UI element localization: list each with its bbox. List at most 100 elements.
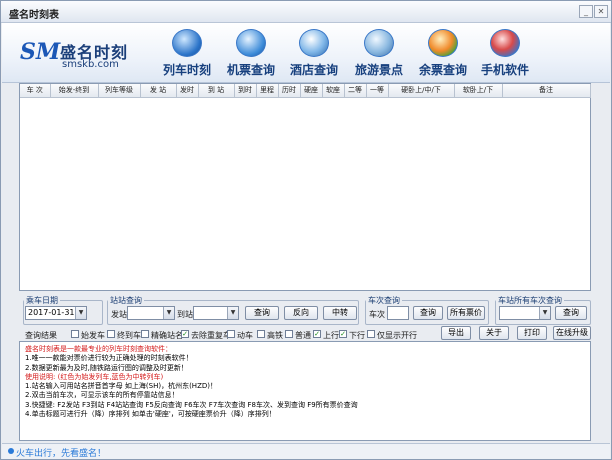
header-banner: SM 盛名时刻 smskb.com 列车时刻 机票查询 酒店查询 旅游景点 余票… <box>2 23 610 83</box>
results-table[interactable]: 车 次 始发-终到 列车等级 发 站 发时 到 站 到时 里程 历时 硬座 软座… <box>19 83 591 291</box>
chevron-down-icon[interactable]: ▼ <box>227 307 238 319</box>
column-header[interactable]: 硬座 <box>300 84 323 98</box>
travel-icon <box>364 29 394 57</box>
app-window: 盛名时刻表 _ ✕ SM 盛名时刻 smskb.com 列车时刻 机票查询 酒店… <box>0 0 612 460</box>
nav-label: 旅游景点 <box>354 63 403 77</box>
reverse-button[interactable]: 反向 <box>284 306 318 320</box>
filter-checkbox-checked[interactable]: ✓ <box>181 330 189 338</box>
column-header[interactable]: 备注 <box>502 84 591 98</box>
train-icon <box>172 29 202 57</box>
close-button[interactable]: ✕ <box>594 5 608 18</box>
train-query-legend: 车次查询 <box>368 296 400 305</box>
export-button[interactable]: 导出 <box>441 326 471 340</box>
nav-mobile-app[interactable]: 手机软件 <box>472 29 538 81</box>
all-prices-button[interactable]: 所有票价 <box>447 306 485 320</box>
to-station-label: 到站 <box>177 310 193 319</box>
about-button[interactable]: 关于 <box>479 326 509 340</box>
column-header[interactable]: 列车等级 <box>98 84 141 98</box>
filter-checkbox[interactable] <box>141 330 149 338</box>
nav-label: 列车时刻 <box>162 63 211 77</box>
table-header-row: 车 次 始发-终到 列车等级 发 站 发时 到 站 到时 里程 历时 硬座 软座… <box>20 84 591 98</box>
train-query-button[interactable]: 查询 <box>413 306 443 320</box>
date-select[interactable]: 2017-01-31 ▼ <box>25 306 87 320</box>
nav-label: 机票查询 <box>226 63 275 77</box>
status-bullet-icon <box>8 448 14 454</box>
plane-icon <box>236 29 266 57</box>
info-panel: 盛名时刻表是一款最专业的列车时刻查询软件： 1.唯一一款能对票价进行较为正确处理… <box>19 341 591 441</box>
filter-checkbox[interactable] <box>367 330 375 338</box>
chevron-down-icon[interactable]: ▼ <box>163 307 174 319</box>
column-header[interactable]: 硬卧上/中/下 <box>388 84 455 98</box>
train-number-label: 车次 <box>369 310 385 319</box>
to-station-select[interactable]: ▼ <box>193 306 239 320</box>
filter-label: 仅显示开行 <box>377 331 417 340</box>
column-header[interactable]: 软座 <box>322 84 345 98</box>
column-header[interactable]: 历时 <box>278 84 301 98</box>
status-bar: 火车出行，先看盛名！ <box>2 443 610 459</box>
station-query-button[interactable]: 查询 <box>245 306 279 320</box>
filter-checkbox[interactable] <box>285 330 293 338</box>
from-station-select[interactable]: ▼ <box>127 306 175 320</box>
chevron-down-icon[interactable]: ▼ <box>539 307 550 319</box>
nav-label: 酒店查询 <box>289 63 338 77</box>
info-line: 4.单击标题可进行升（降）序排列 如单击'硬座'，可按硬座票价升（降）序排列！ <box>25 410 276 419</box>
hotel-icon <box>299 29 329 57</box>
nav-flight-search[interactable]: 机票查询 <box>218 29 284 81</box>
filter-label: 终到车 <box>117 331 141 340</box>
column-header[interactable]: 到时 <box>234 84 257 98</box>
filter-label: 下行 <box>349 331 365 340</box>
column-header[interactable]: 发 站 <box>140 84 177 98</box>
filter-label: 始发车 <box>81 331 105 340</box>
column-header[interactable]: 软卧上/下 <box>454 84 503 98</box>
nav-hotel-search[interactable]: 酒店查询 <box>281 29 347 81</box>
filter-checkbox-checked[interactable]: ✓ <box>313 330 321 338</box>
print-button[interactable]: 打印 <box>517 326 547 340</box>
filter-checkbox[interactable] <box>227 330 235 338</box>
window-title: 盛名时刻表 <box>9 10 59 21</box>
from-station-label: 发站 <box>111 310 127 319</box>
station-all-trains-legend: 车站所有车次查询 <box>498 296 562 305</box>
info-line: 1.唯一一款能对票价进行较为正确处理的时刻表软件！ <box>25 354 193 363</box>
filter-label: 普通 <box>295 331 311 340</box>
column-header[interactable]: 发时 <box>176 84 199 98</box>
station-query-legend: 站站查询 <box>110 296 142 305</box>
column-header[interactable]: 始发-终到 <box>50 84 99 98</box>
filter-checkbox[interactable] <box>71 330 79 338</box>
logo-mark: SM <box>20 39 60 71</box>
filter-label: 上行 <box>323 331 339 340</box>
minimize-button[interactable]: _ <box>579 5 593 18</box>
online-upgrade-button[interactable]: 在线升级 <box>553 326 591 340</box>
filter-label: 精确站名 <box>151 331 183 340</box>
info-line: 2.双击当前车次，可显示该车的所有停靠站信息！ <box>25 391 179 400</box>
results-grid: 车 次 始发-终到 列车等级 发 站 发时 到 站 到时 里程 历时 硬座 软座… <box>20 84 591 98</box>
nav-ticket-remaining[interactable]: 余票查询 <box>410 29 476 81</box>
ticket-icon <box>428 29 458 57</box>
column-header[interactable]: 里程 <box>256 84 279 98</box>
date-value: 2017-01-31 <box>28 308 75 317</box>
transfer-button[interactable]: 中转 <box>323 306 357 320</box>
column-header[interactable]: 到 站 <box>198 84 235 98</box>
filter-checkbox-checked[interactable]: ✓ <box>339 330 347 338</box>
nav-train-schedule[interactable]: 列车时刻 <box>154 29 220 81</box>
filter-checkbox[interactable] <box>257 330 265 338</box>
column-header[interactable]: 车 次 <box>20 84 51 98</box>
column-header[interactable]: 二等 <box>344 84 367 98</box>
filter-label: 去除重复车 <box>191 331 231 340</box>
train-number-input[interactable] <box>387 306 409 320</box>
chevron-down-icon[interactable]: ▼ <box>75 307 86 319</box>
filter-label: 动车 <box>237 331 253 340</box>
nav-travel-sights[interactable]: 旅游景点 <box>346 29 412 81</box>
app-logo: SM 盛名时刻 smskb.com <box>20 37 150 75</box>
info-line: 3.快捷键: F2发站 F3到站 F4站站查询 F5反向查询 F6车次 F7车次… <box>25 400 358 409</box>
station-all-query-button[interactable]: 查询 <box>555 306 587 320</box>
filter-checkbox[interactable] <box>107 330 115 338</box>
title-bar: 盛名时刻表 _ ✕ <box>1 1 611 23</box>
nav-label: 手机软件 <box>480 63 529 77</box>
column-header[interactable]: 一等 <box>366 84 389 98</box>
nav-label: 余票查询 <box>418 63 467 77</box>
station-select[interactable]: ▼ <box>499 306 551 320</box>
logo-url: smskb.com <box>62 59 119 70</box>
date-legend: 乘车日期 <box>26 296 58 305</box>
info-line: 盛名时刻表是一款最专业的列车时刻查询软件： <box>25 345 172 353</box>
mobile-icon <box>490 29 520 57</box>
